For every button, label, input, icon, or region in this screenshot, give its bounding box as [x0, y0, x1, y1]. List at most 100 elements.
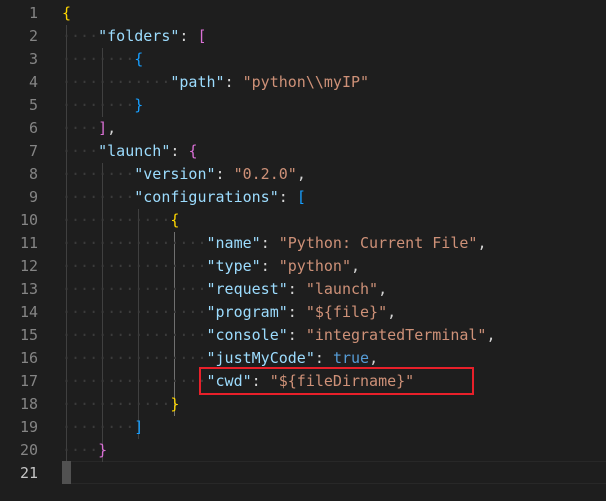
- code-token: ]: [134, 418, 144, 436]
- code-line[interactable]: 20 ····}: [0, 439, 606, 462]
- code-line[interactable]: 1{: [0, 2, 606, 25]
- code-text[interactable]: ············{: [62, 209, 179, 232]
- code-text[interactable]: ············"path": "python\\myIP": [62, 71, 369, 94]
- code-line[interactable]: 9 ········"configurations": [: [0, 186, 606, 209]
- code-line[interactable]: 2 ····"folders": [: [0, 25, 606, 48]
- code-text[interactable]: ········"version": "0.2.0",: [62, 163, 306, 186]
- line-number: 21: [19, 464, 38, 482]
- code-token: ,: [107, 119, 117, 137]
- code-editor[interactable]: 1{2 ····"folders": [3 ········{4 ··········…: [0, 0, 606, 501]
- code-text[interactable]: ····"launch": {: [62, 140, 197, 163]
- code-line[interactable]: 11 ················"name": "Python: Curre…: [0, 232, 606, 255]
- code-text[interactable]: ········{: [62, 48, 143, 71]
- code-token: :: [287, 303, 306, 321]
- line-number: 6: [28, 119, 38, 137]
- code-line[interactable]: 10 ············{: [0, 209, 606, 232]
- code-text[interactable]: ················"program": "${file}",: [62, 301, 396, 324]
- line-number: 19: [19, 418, 38, 436]
- code-token: ]: [98, 119, 108, 137]
- line-number: 18: [19, 395, 38, 413]
- code-line[interactable]: 6 ····],: [0, 117, 606, 140]
- code-token: {: [188, 142, 198, 160]
- whitespace-marker: ····: [62, 119, 99, 137]
- whitespace-marker: ················: [62, 280, 207, 298]
- code-token: ,: [378, 280, 388, 298]
- annotation-highlight-box: [199, 367, 474, 395]
- line-number: 12: [19, 257, 38, 275]
- code-line[interactable]: 5 ········}: [0, 94, 606, 117]
- text-cursor: [62, 461, 71, 484]
- code-token: :: [215, 165, 234, 183]
- code-line[interactable]: 14 ················"program": "${file}",: [0, 301, 606, 324]
- code-token: "launch": [98, 142, 171, 160]
- whitespace-marker: ····: [62, 441, 99, 459]
- code-token: "path": [170, 73, 225, 91]
- code-text[interactable]: ················"request": "launch",: [62, 278, 387, 301]
- code-token: "name": [206, 234, 261, 252]
- code-token: "python": [278, 257, 351, 275]
- code-line[interactable]: 7 ····"launch": {: [0, 140, 606, 163]
- line-number: 5: [28, 96, 38, 114]
- line-number: 9: [28, 188, 38, 206]
- code-text[interactable]: ················"name": "Python: Current…: [62, 232, 486, 255]
- code-text[interactable]: ····],: [62, 117, 116, 140]
- code-line[interactable]: 3 ········{: [0, 48, 606, 71]
- line-number: 17: [19, 372, 38, 390]
- code-text[interactable]: ········}: [62, 94, 143, 117]
- code-text[interactable]: {: [62, 2, 71, 25]
- code-token: "console": [206, 326, 288, 344]
- code-token: "configurations": [134, 188, 279, 206]
- whitespace-marker: ················: [62, 303, 207, 321]
- code-line[interactable]: 13 ················"request": "launch",: [0, 278, 606, 301]
- code-token: [: [296, 188, 306, 206]
- code-token: ,: [486, 326, 496, 344]
- code-token: [: [197, 27, 207, 45]
- code-line[interactable]: 4 ············"path": "python\\myIP": [0, 71, 606, 94]
- whitespace-marker: ····: [62, 27, 99, 45]
- code-text[interactable]: ········]: [62, 416, 143, 439]
- code-line[interactable]: 21}: [0, 462, 606, 485]
- code-text[interactable]: ················"console": "integratedTe…: [62, 324, 496, 347]
- code-token: }: [170, 395, 180, 413]
- whitespace-marker: ················: [62, 234, 207, 252]
- line-number: 14: [19, 303, 38, 321]
- code-token: :: [179, 27, 198, 45]
- code-text[interactable]: ················"type": "python",: [62, 255, 360, 278]
- code-text[interactable]: ········"configurations": [: [62, 186, 306, 209]
- code-token: ,: [296, 165, 306, 183]
- code-token: "folders": [98, 27, 180, 45]
- code-token: :: [278, 188, 297, 206]
- code-token: :: [287, 280, 306, 298]
- code-token: {: [134, 50, 144, 68]
- code-line[interactable]: 19 ········]: [0, 416, 606, 439]
- code-text[interactable]: ············}: [62, 393, 179, 416]
- code-text[interactable]: ····}: [62, 439, 107, 462]
- code-line[interactable]: 18 ············}: [0, 393, 606, 416]
- code-text[interactable]: ····"folders": [: [62, 25, 207, 48]
- code-token: "justMyCode": [206, 349, 315, 367]
- line-number: 15: [19, 326, 38, 344]
- code-token: "integratedTerminal": [305, 326, 487, 344]
- whitespace-marker: ················: [62, 349, 207, 367]
- line-number: 20: [19, 441, 38, 459]
- code-token: :: [260, 257, 279, 275]
- code-token: "program": [206, 303, 288, 321]
- whitespace-marker: ········: [62, 96, 135, 114]
- line-number: 3: [28, 50, 38, 68]
- whitespace-marker: ················: [62, 257, 207, 275]
- code-line[interactable]: 8 ········"version": "0.2.0",: [0, 163, 606, 186]
- code-token: ,: [369, 349, 379, 367]
- code-token: ,: [351, 257, 361, 275]
- code-token: :: [260, 234, 279, 252]
- line-number: 1: [28, 4, 38, 22]
- code-token: {: [62, 4, 72, 22]
- code-token: "${file}": [305, 303, 388, 321]
- code-token: "python\\myIP": [242, 73, 370, 91]
- code-token: {: [170, 211, 180, 229]
- code-token: ,: [477, 234, 487, 252]
- code-line[interactable]: 12 ················"type": "python",: [0, 255, 606, 278]
- code-token: "type": [206, 257, 261, 275]
- whitespace-marker: ····: [62, 142, 99, 160]
- line-number: 13: [19, 280, 38, 298]
- code-line[interactable]: 15 ················"console": "integrated…: [0, 324, 606, 347]
